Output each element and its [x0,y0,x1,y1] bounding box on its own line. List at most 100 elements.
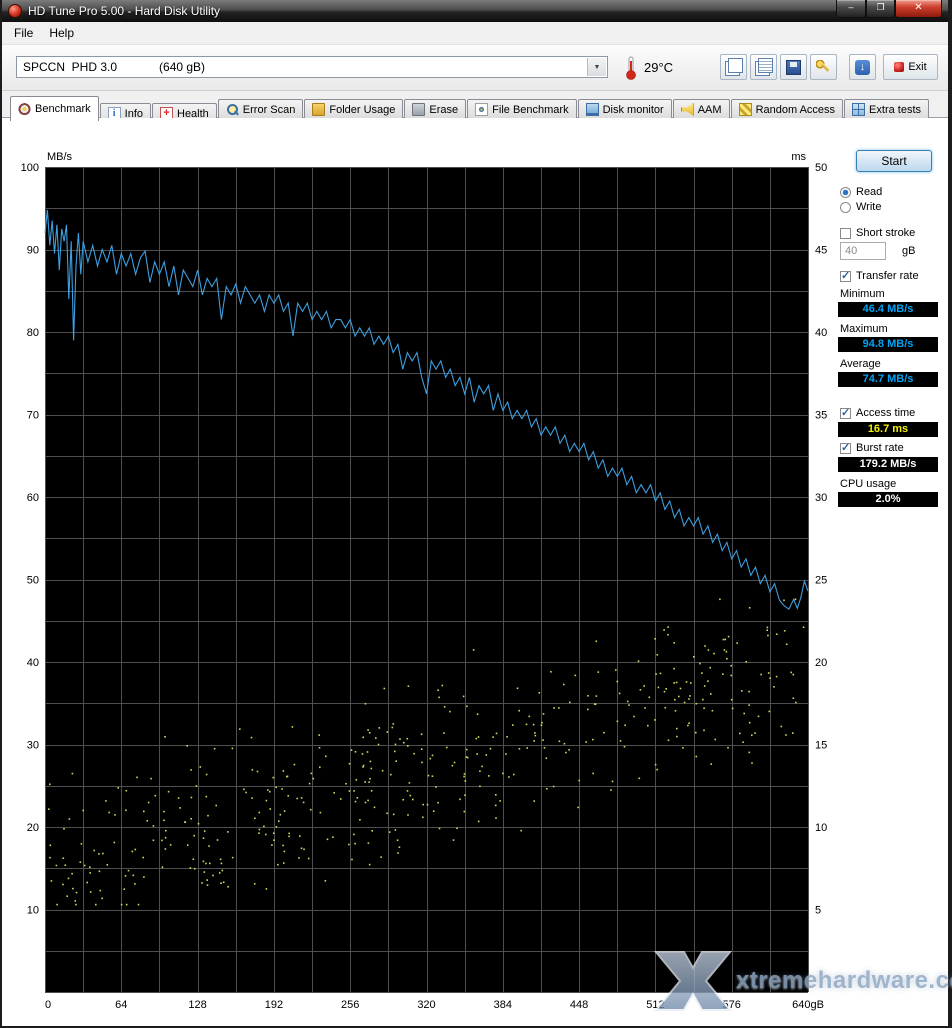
svg-text:20: 20 [27,822,39,834]
checkbox-icon [840,269,851,282]
svg-text:256: 256 [341,999,359,1011]
save-button[interactable] [780,54,807,80]
tab-folder-usage[interactable]: Folder Usage [304,99,404,120]
access-time-checkbox[interactable]: Access time [840,406,950,419]
menu-help[interactable]: Help [41,24,82,42]
cpu-usage-value: 2.0% [838,492,938,507]
checkbox-icon [840,227,851,239]
tab-random-access[interactable]: Random Access [730,99,844,120]
benchmark-page: 100 90 80 70 60 50 40 30 20 10 50 45 40 35 30 25 20 15 10 5… [2,118,952,1026]
svg-text:MB/s: MB/s [47,151,73,163]
write-label: Write [856,201,882,213]
tab-label: Error Scan [242,103,296,116]
short-stroke-input[interactable] [840,242,886,260]
hd-tune-window: HD Tune Pro 5.00 - Hard Disk Utility – ❐… [0,0,952,1028]
benchmark-controls: Start Read Write Short stroke gB Transfe… [838,142,950,509]
minimum-value: 46.4 MB/s [838,302,938,317]
tab-label: File Benchmark [492,103,569,116]
svg-text:25: 25 [815,575,827,587]
minimize-button[interactable]: – [836,0,866,18]
maximum-label: Maximum [840,323,888,335]
short-stroke-unit: gB [902,245,916,257]
svg-text:50: 50 [815,162,827,174]
file-benchmark-icon [475,103,489,116]
average-value: 74.7 MB/s [838,372,938,387]
svg-text:30: 30 [27,740,39,752]
tab-label: Extra tests [869,103,922,116]
minimum-label: Minimum [840,288,885,300]
svg-text:50: 50 [27,575,39,587]
svg-text:45: 45 [815,245,827,257]
svg-text:5: 5 [815,905,821,917]
toolbar: SPCCN PHD 3.0 (640 gB) ▼ 29°C Exit [2,45,948,91]
key-button[interactable] [810,54,837,80]
transfer-rate-checkbox[interactable]: Transfer rate [840,269,950,282]
dropdown-arrow-icon[interactable]: ▼ [587,58,606,76]
title-bar[interactable]: HD Tune Pro 5.00 - Hard Disk Utility – ❐… [2,0,948,22]
tab-strip: BenchmarkInfoHealthError ScanFolder Usag… [2,91,948,124]
svg-text:640gB: 640gB [792,999,824,1011]
svg-text:40: 40 [815,327,827,339]
random-access-icon [738,103,752,116]
svg-text:15: 15 [815,740,827,752]
tab-benchmark[interactable]: Benchmark [10,96,99,121]
tab-file-benchmark[interactable]: File Benchmark [467,99,577,120]
copy-text-button[interactable] [750,54,777,80]
tab-label: Folder Usage [329,103,396,116]
download-button[interactable] [849,54,876,80]
exit-label: Exit [908,61,927,73]
app-icon [8,4,22,18]
tab-label: Erase [429,103,459,116]
start-button[interactable]: Start [856,150,932,172]
svg-text:576: 576 [723,999,741,1011]
erase-icon [412,103,426,116]
svg-text:70: 70 [27,410,39,422]
svg-text:512: 512 [646,999,664,1011]
short-stroke-checkbox[interactable]: Short stroke [840,227,950,239]
write-radio[interactable]: Write [840,201,950,213]
menu-file[interactable]: File [6,24,41,42]
svg-text:80: 80 [27,327,39,339]
svg-text:20: 20 [815,657,827,669]
checkbox-icon [840,406,851,419]
svg-text:192: 192 [265,999,283,1011]
maximize-button[interactable]: ❐ [866,0,895,18]
tab-error-scan[interactable]: Error Scan [217,99,304,120]
read-radio[interactable]: Read [840,186,950,198]
svg-text:384: 384 [494,999,512,1011]
extra-tests-icon [852,103,866,116]
burst-rate-label: Burst rate [856,442,904,454]
checkbox-icon [840,441,851,454]
tab-label: Random Access [755,103,836,116]
svg-text:128: 128 [188,999,206,1011]
svg-text:320: 320 [417,999,435,1011]
folder-usage-icon [312,103,326,116]
tab-label: AAM [697,103,722,116]
tab-extra-tests[interactable]: Extra tests [844,99,930,120]
copy-image-button[interactable] [720,54,747,80]
drive-selector[interactable]: SPCCN PHD 3.0 (640 gB) ▼ [16,56,608,78]
burst-rate-checkbox[interactable]: Burst rate [840,441,950,454]
svg-text:90: 90 [27,245,39,257]
svg-text:35: 35 [815,410,827,422]
tab-disk-monitor[interactable]: Disk monitor [577,99,672,120]
copy-image-icon [727,58,743,73]
benchmark-chart: 1009080706050403020105045403530252015105… [21,151,828,1011]
menu-bar: File Help [2,22,948,45]
svg-text:0: 0 [45,999,51,1011]
drive-name: SPCCN PHD 3.0 [23,60,118,74]
tab-erase[interactable]: Erase [404,99,467,120]
exit-button[interactable]: Exit [883,54,938,80]
key-icon [816,59,831,75]
close-button[interactable]: ✕ [895,0,942,18]
transfer-rate-label: Transfer rate [856,270,919,282]
error-scan-icon [226,103,239,116]
download-icon [855,59,870,75]
aam-icon [680,103,694,116]
burst-rate-value: 179.2 MB/s [838,457,938,472]
svg-text:30: 30 [815,492,827,504]
cpu-usage-label: CPU usage [840,478,897,490]
svg-text:100: 100 [21,162,39,174]
temperature-value: 29°C [644,60,674,75]
tab-aam[interactable]: AAM [672,99,730,120]
